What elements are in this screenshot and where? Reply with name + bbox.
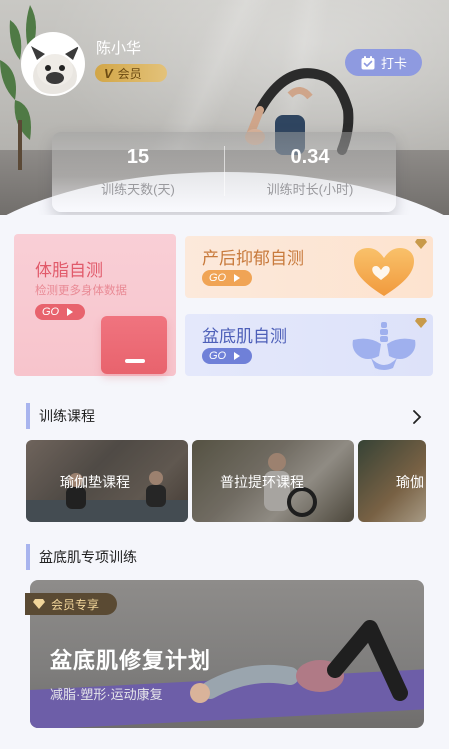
diamond-vip-icon [33, 599, 45, 609]
user-name: 陈小华 [96, 40, 142, 57]
calendar-check-icon [361, 55, 375, 69]
body-fat-go-button[interactable]: GO [35, 304, 85, 320]
go-label: GO [209, 350, 227, 362]
pelvic-title: 盆底肌自测 [202, 327, 287, 346]
stat-label: 训练天数(天) [101, 182, 175, 197]
diamond-vip-icon [415, 239, 427, 249]
pelvic-section-title: 盆底肌专项训练 [39, 549, 137, 565]
body-scale-icon [101, 316, 167, 374]
courses-section-title: 训练课程 [39, 408, 95, 424]
stat-value: 15 [126, 146, 150, 168]
section-accent-bar [26, 403, 30, 429]
training-stats-card: 15 训练天数(天) 0.34 训练时长(小时) [52, 132, 396, 212]
plan-title: 盆底肌修复计划 [50, 648, 212, 673]
stat-value: 0.34 [290, 146, 330, 168]
body-fat-subtitle: 检测更多身体数据 [35, 285, 127, 297]
course-label: 瑜伽垫课程 [60, 474, 130, 490]
course-label: 普拉提环课程 [220, 474, 304, 490]
ppd-title: 产后抑郁自测 [202, 249, 304, 268]
checkin-label: 打卡 [380, 56, 407, 71]
section-accent-bar [26, 544, 30, 570]
home-page: 陈小华 V 会员 打卡 15 训练天数(天) 0.34 训练时长(小时) 体脂自… [0, 0, 449, 749]
plan-subtitle: 减脂·塑形·运动康复 [50, 687, 163, 702]
pelvic-section-header: 盆底肌专项训练 [26, 544, 137, 570]
diamond-vip-icon [415, 318, 427, 328]
play-arrow-icon [234, 274, 241, 282]
vip-tag-label: 会员专享 [51, 597, 100, 612]
checkin-button[interactable]: 打卡 [345, 49, 422, 76]
play-arrow-icon [67, 308, 74, 316]
course-card-pilates-ring[interactable]: 普拉提环课程 [192, 440, 354, 522]
heart-icon [354, 248, 414, 296]
go-label: GO [209, 272, 227, 284]
avatar[interactable] [21, 32, 85, 96]
stat-training-days: 15 训练天数(天) [52, 146, 224, 198]
chevron-right-icon[interactable] [410, 410, 424, 424]
pelvic-go-button[interactable]: GO [202, 348, 252, 364]
hero-banner: 陈小华 V 会员 打卡 15 训练天数(天) 0.34 训练时长(小时) [0, 0, 449, 215]
ppd-go-button[interactable]: GO [202, 270, 252, 286]
course-card-yoga[interactable]: 瑜伽 [358, 440, 426, 522]
member-badge[interactable]: V 会员 [95, 64, 167, 82]
course-card-yoga-mat[interactable]: 瑜伽垫课程 [26, 440, 188, 522]
stat-training-hours: 0.34 训练时长(小时) [224, 146, 396, 198]
body-fat-title: 体脂自测 [35, 261, 103, 280]
stat-label: 训练时长(小时) [266, 182, 354, 197]
go-label: GO [42, 306, 60, 318]
play-arrow-icon [234, 352, 241, 360]
pelvis-bone-icon [352, 322, 416, 370]
member-badge-label: 会员 [117, 66, 142, 81]
member-v-icon: V [104, 65, 113, 81]
courses-section-header: 训练课程 [26, 403, 95, 429]
course-label: 瑜伽 [396, 474, 424, 490]
vip-exclusive-tag: 会员专享 [25, 593, 117, 615]
